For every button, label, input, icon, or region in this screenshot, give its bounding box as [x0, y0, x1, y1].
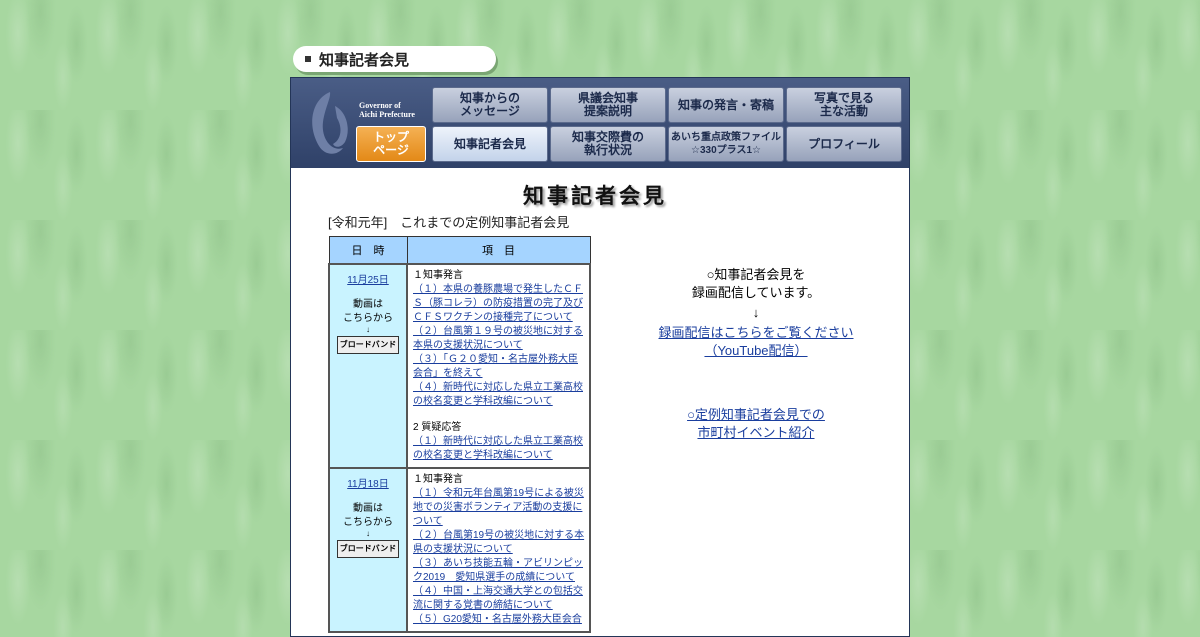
main-frame: Governor of Aichi Prefecture トップ ページ 知事から… — [290, 77, 910, 637]
topic-link[interactable]: （３）あいち技能五輪・アビリンピック2019 愛知県選手の成績について — [413, 557, 585, 585]
date-link[interactable]: 11月18日 — [331, 475, 405, 490]
recording-notice: ○知事記者会見を 録画配信しています。 ↓ 録画配信はこちらをご覧ください （Y… — [651, 266, 861, 360]
video-label: こちらから — [343, 517, 393, 528]
navigation-bar: Governor of Aichi Prefecture トップ ページ 知事から… — [291, 78, 909, 168]
nav-statements-button[interactable]: 知事の発言・寄稿 — [668, 87, 784, 123]
press-conference-table: 日 時 項 目 11月25日 動画は こちらから ↓ ブロードバンド １知事発言… — [328, 236, 591, 633]
municipal-event-link[interactable]: ○定例知事記者会見での 市町村イベント紹介 — [651, 406, 861, 442]
nav-assembly-proposal-button[interactable]: 県議会知事 提案説明 — [550, 87, 666, 123]
video-label: 動画は — [353, 299, 383, 310]
bullet-square-icon — [305, 56, 311, 62]
video-label: 動画は — [353, 503, 383, 514]
section-label: 2 質疑応答 — [413, 422, 462, 433]
logo-caption: Governor of Aichi Prefecture — [359, 101, 415, 119]
topic-link[interactable]: （４）新時代に対応した県立工業高校の校名変更と学科改編について — [413, 381, 585, 409]
page-title: 知事記者会見 — [319, 51, 410, 69]
nav-policy-file-button[interactable]: あいち重点政策ファイル ☆330プラス1☆ — [668, 126, 784, 162]
arrow-down-icon: ↓ — [752, 305, 760, 320]
section-label: １知事発言 — [413, 474, 463, 485]
aichi-logo-icon — [312, 92, 348, 154]
nav-top-page-button[interactable]: トップ ページ — [356, 126, 426, 162]
subheading: [令和元年] これまでの定例知事記者会見 — [328, 215, 570, 230]
topic-link[interactable]: （５）G20愛知・名古屋外務大臣会合 — [413, 613, 585, 627]
youtube-link[interactable]: 録画配信はこちらをご覧ください （YouTube配信） — [641, 324, 871, 360]
topic-link[interactable]: （２）台風第19号の被災地に対する本県の支援状況について — [413, 529, 585, 557]
broadband-button[interactable]: ブロードバンド — [336, 336, 400, 354]
topic-link[interactable]: （４）中国・上海交通大学との包括交流に関する覚書の締結について — [413, 585, 585, 613]
topic-link[interactable]: （３）「Ｇ２０愛知・名古屋外務大臣会合」を終えて — [413, 353, 585, 381]
nav-press-conference-button[interactable]: 知事記者会見 — [432, 126, 548, 162]
arrow-down-icon: ↓ — [366, 325, 370, 334]
nav-governor-message-button[interactable]: 知事からの メッセージ — [432, 87, 548, 123]
nav-profile-button[interactable]: プロフィール — [786, 126, 902, 162]
table-row: 11月18日 動画は こちらから ↓ ブロードバンド １知事発言 （１）令和元年… — [328, 467, 591, 633]
col-items-header: 項 目 — [406, 236, 591, 265]
video-label: こちらから — [343, 313, 393, 324]
topic-link[interactable]: （１）新時代に対応した県立工業高校の校名変更と学科改編について — [413, 435, 585, 463]
nav-photo-activities-button[interactable]: 写真で見る 主な活動 — [786, 87, 902, 123]
table-row: 11月25日 動画は こちらから ↓ ブロードバンド １知事発言 （１）本県の養… — [328, 263, 591, 469]
col-date-header: 日 時 — [328, 236, 408, 265]
topic-link[interactable]: （１）令和元年台風第19号による被災地での災害ボランティア活動の支援について — [413, 487, 585, 529]
date-link[interactable]: 11月25日 — [331, 271, 405, 286]
section-label: １知事発言 — [413, 270, 463, 281]
main-heading: 知事記者会見 — [523, 185, 667, 208]
nav-entertainment-expenses-button[interactable]: 知事交際費の 執行状況 — [550, 126, 666, 162]
topic-link[interactable]: （１）本県の養豚農場で発生したＣＦＳ（豚コレラ）の防疫措置の完了及びＣＦＳワクチ… — [413, 283, 585, 325]
arrow-down-icon: ↓ — [366, 529, 370, 538]
topic-link[interactable]: （２）台風第１９号の被災地に対する本県の支援状況について — [413, 325, 585, 353]
page-title-tab: 知事記者会見 — [293, 46, 496, 72]
broadband-button[interactable]: ブロードバンド — [336, 540, 400, 558]
